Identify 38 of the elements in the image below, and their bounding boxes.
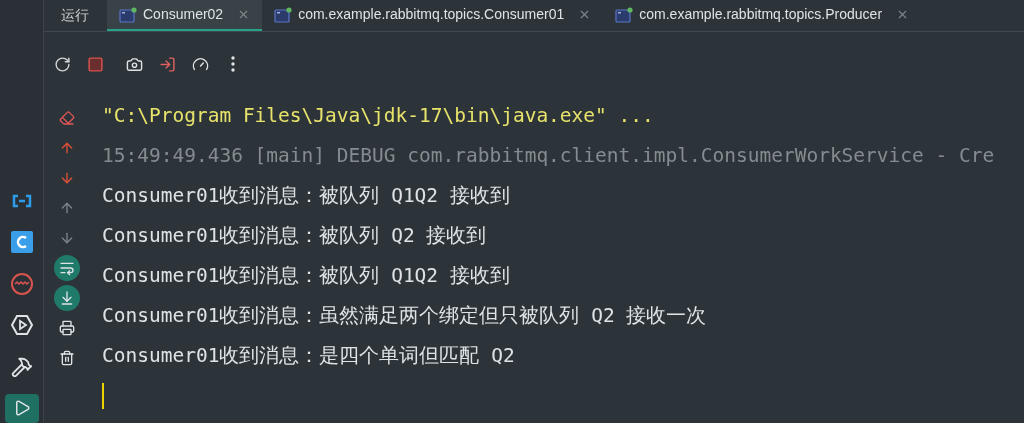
window-icon — [615, 6, 634, 23]
tab-label: Consumer02 — [143, 5, 224, 24]
window-icon — [119, 6, 137, 23]
exit-icon — [158, 55, 176, 73]
console-line: Consumer01收到消息：被队列 Q1Q2 接收到 — [102, 183, 510, 210]
run-tab[interactable]: Consumer02 — [107, 0, 263, 31]
run-tab[interactable]: com.example.rabbitmq.topics.Consumer01 — [262, 0, 604, 31]
window-icon — [274, 6, 293, 23]
run-tab[interactable]: com.example.rabbitmq.topics.Producer — [603, 0, 922, 31]
toolbar-button[interactable] — [52, 54, 72, 74]
eraser-icon — [59, 110, 75, 126]
text-cursor — [102, 383, 104, 409]
wave-circle-icon — [9, 271, 34, 296]
console-tool-button[interactable] — [54, 285, 80, 311]
console-line: Consumer01收到消息：是四个单词但匹配 Q2 — [102, 343, 515, 370]
trash-icon — [59, 350, 75, 366]
tab-label: com.example.rabbitmq.topics.Producer — [639, 5, 883, 24]
console-tool-button[interactable] — [54, 255, 80, 281]
gauge-icon — [191, 55, 209, 73]
console-line: Consumer01收到消息：被队列 Q2 接收到 — [102, 223, 487, 250]
hammer-icon — [10, 355, 33, 378]
scroll-end-icon — [59, 290, 75, 306]
stop-icon — [86, 55, 104, 73]
brackets-icon — [10, 193, 33, 208]
panel-title: 运行 — [61, 6, 89, 25]
wrap-icon — [59, 260, 75, 276]
rerun-icon — [53, 55, 71, 73]
more-icon — [231, 56, 235, 72]
printer-icon — [59, 320, 75, 336]
console-line: "C:\Program Files\Java\jdk-17\bin\java.exe" ... — [102, 103, 654, 130]
play-hexagon-icon — [9, 313, 34, 338]
tab-label: com.example.rabbitmq.topics.Consumer01 — [298, 5, 565, 24]
console-line: Consumer01收到消息：虽然满足两个绑定但只被队列 Q2 接收一次 — [102, 303, 707, 330]
sidebar-item[interactable] — [4, 393, 39, 423]
console-line: Consumer01收到消息：被队列 Q1Q2 接收到 — [102, 263, 510, 290]
console-line: 15:49:49.436 [main] DEBUG com.rabbitmq.client.impl.ConsumerWorkService - Cre — [102, 143, 995, 170]
refresh-icon — [10, 231, 33, 254]
camera-icon — [125, 55, 143, 73]
